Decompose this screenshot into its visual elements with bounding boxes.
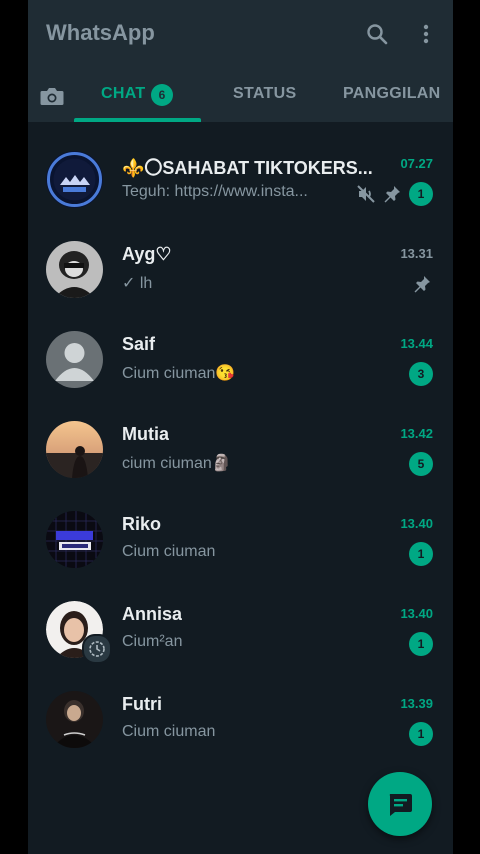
chat-time: 13.42 — [400, 426, 433, 441]
clock-icon — [82, 634, 112, 664]
chat-time: 13.39 — [400, 696, 433, 711]
chat-name: Saif — [122, 334, 156, 354]
chat-row-saif[interactable]: Saif 13.44 Cium ciuman😘 3 — [28, 318, 453, 408]
more-vert-icon[interactable] — [412, 20, 440, 48]
chat-row-annisa[interactable]: Annisa 13.40 Cium²an 1 — [28, 588, 453, 678]
unread-badge: 5 — [409, 452, 433, 476]
chat-preview: cium ciuman🗿 — [122, 455, 232, 472]
chat-row-futri[interactable]: Futri 13.39 Cium ciuman 1 — [28, 678, 453, 768]
search-icon[interactable] — [363, 20, 391, 48]
tab-status[interactable]: STATUS — [233, 85, 296, 103]
contact-avatar — [46, 421, 103, 478]
contact-avatar — [46, 241, 103, 298]
chat-time: 13.40 — [400, 516, 433, 531]
unread-badge: 3 — [409, 362, 433, 386]
chat-time: 13.40 — [400, 606, 433, 621]
chat-time: 07.27 — [400, 156, 433, 171]
chat-name: Mutia — [122, 424, 169, 444]
contact-avatar — [46, 601, 112, 664]
new-chat-button[interactable] — [368, 772, 432, 836]
tab-chat[interactable]: CHAT — [101, 85, 145, 103]
tab-bar: CHAT 6 STATUS PANGGILAN — [28, 72, 453, 122]
chat-preview: Cium ciuman — [122, 723, 216, 740]
chat-time: 13.31 — [400, 246, 433, 261]
tab-chat-label: CHAT — [101, 85, 146, 102]
app-bar: WhatsApp CHAT 6 STATUS PANGGILAN — [28, 0, 453, 122]
chat-row-sahabat-tiktokers[interactable]: ⚜️〇SAHABAT TIKTOKERS... 07.27 Teguh: htt… — [28, 138, 453, 228]
chat-list-screen: WhatsApp CHAT 6 STATUS PANGGILAN ⚜️〇SAHA… — [28, 0, 453, 854]
pin-icon — [381, 183, 403, 205]
default-avatar — [46, 331, 103, 388]
chat-row-mutia[interactable]: Mutia 13.42 cium ciuman🗿 5 — [28, 408, 453, 498]
chat-name: Annisa — [122, 604, 183, 624]
pin-icon — [411, 273, 433, 295]
chat-preview: ✓ lh — [122, 275, 153, 292]
chat-row-riko[interactable]: Riko 13.40 Cium ciuman 1 — [28, 498, 453, 588]
camera-icon[interactable] — [36, 80, 68, 112]
unread-badge: 1 — [409, 722, 433, 746]
app-title: WhatsApp — [46, 20, 155, 45]
chat-name: ⚜️〇SAHABAT TIKTOKERS... — [122, 158, 373, 178]
unread-badge: 1 — [409, 182, 433, 206]
tab-indicator — [74, 118, 201, 122]
contact-avatar — [46, 511, 103, 568]
unread-badge: 1 — [409, 542, 433, 566]
unread-badge: 1 — [409, 632, 433, 656]
new-chat-icon — [387, 792, 413, 816]
chat-preview: Cium²an — [122, 633, 183, 650]
chat-preview: Teguh: https://www.insta... — [122, 183, 308, 200]
contact-avatar — [46, 691, 103, 748]
group-avatar — [46, 151, 103, 208]
chat-name: Ayg♡ — [122, 244, 172, 264]
tab-calls[interactable]: PANGGILAN — [343, 85, 441, 103]
chat-row-ayg[interactable]: Ayg♡ 13.31 ✓ lh — [28, 228, 453, 318]
tab-chat-badge: 6 — [151, 84, 173, 106]
chat-time: 13.44 — [400, 336, 433, 351]
chat-name: Futri — [122, 694, 162, 714]
chat-preview: Cium ciuman😘 — [122, 365, 236, 382]
chat-name: Riko — [122, 514, 162, 534]
chat-preview: Cium ciuman — [122, 543, 216, 560]
muted-icon — [355, 183, 377, 205]
